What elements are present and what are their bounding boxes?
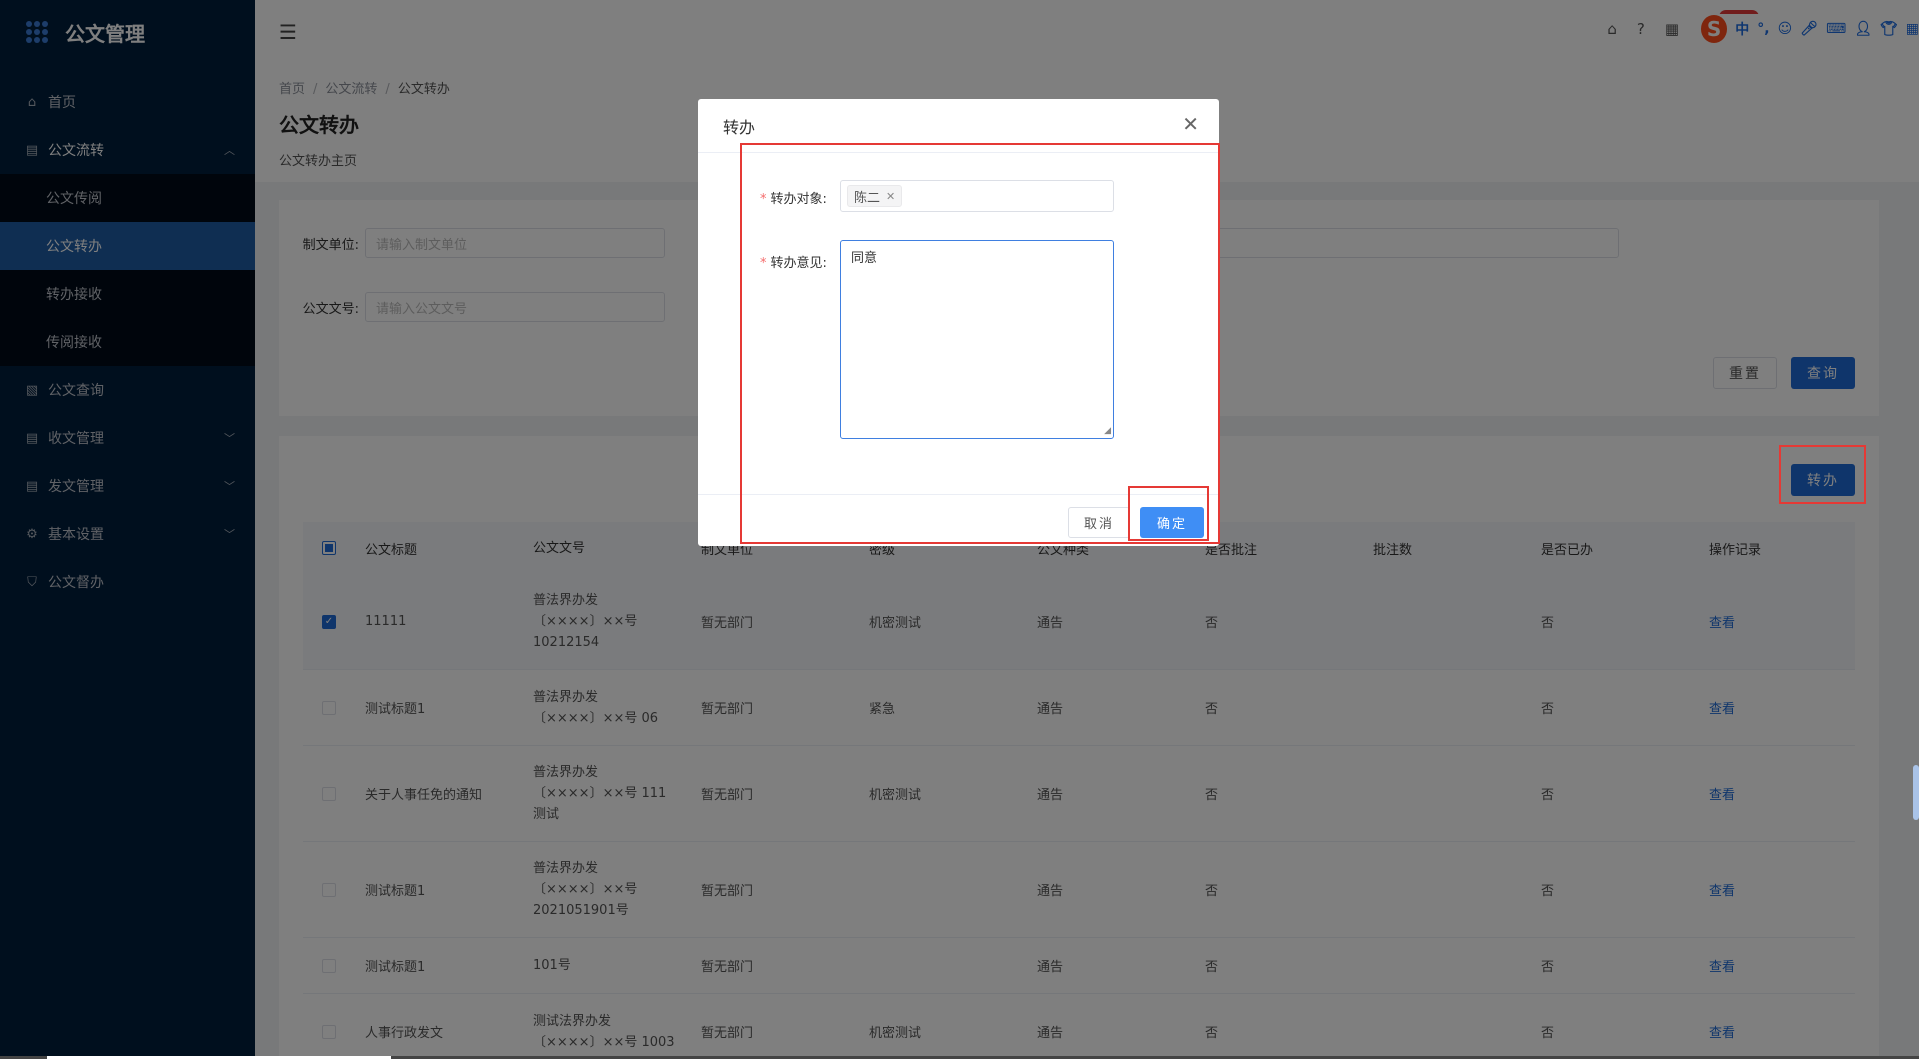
highlight-dialog-box — [740, 143, 1220, 544]
close-icon[interactable]: ✕ — [1182, 113, 1199, 135]
dialog-title: 转办 — [723, 117, 756, 137]
highlight-transfer-box — [1779, 445, 1866, 504]
scrollbar-thumb[interactable] — [1913, 765, 1919, 820]
highlight-confirm-box — [1128, 486, 1209, 541]
